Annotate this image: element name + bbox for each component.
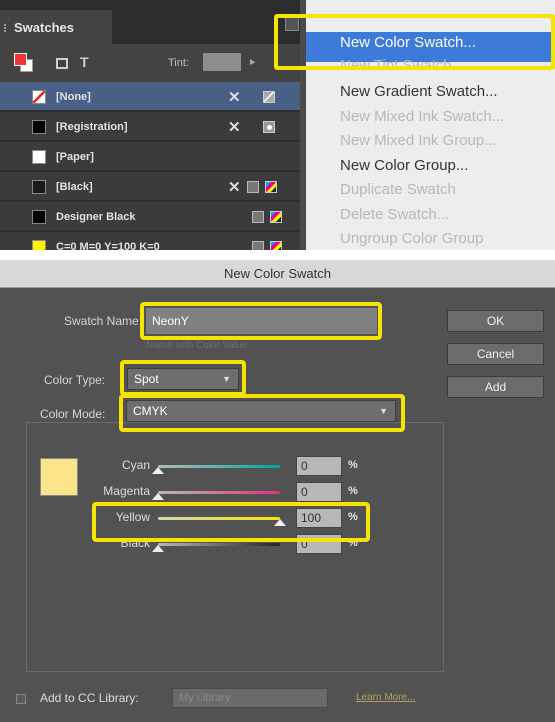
tint-label: Tint: <box>168 57 189 69</box>
cmyk-mode-icon <box>270 241 282 250</box>
swatch-chip <box>32 210 46 224</box>
cc-library-dropdown[interactable]: My Library <box>172 688 328 708</box>
swatch-name: [Registration] <box>56 121 128 133</box>
slider-value-input[interactable]: 0 <box>296 456 342 476</box>
swatch-row[interactable]: [Paper] <box>0 142 300 172</box>
cmyk-mode-icon <box>270 211 282 223</box>
menu-item: New Mixed Ink Swatch... <box>340 108 505 125</box>
container-format-icon[interactable] <box>56 58 68 69</box>
slider-thumb[interactable] <box>152 467 164 474</box>
swatch-chip <box>32 180 46 194</box>
swatch-type-icons <box>228 238 282 250</box>
text-format-icon[interactable]: T <box>80 54 89 70</box>
add-to-cc-library-label: Add to CC Library: <box>40 691 139 705</box>
percent-label: % <box>348 485 358 497</box>
swatch-row[interactable]: Designer Black <box>0 202 300 232</box>
menu-item: Ungroup Color Group <box>340 230 484 247</box>
slider-track[interactable] <box>158 543 280 546</box>
annotation-highlight-yellow <box>92 502 370 542</box>
swatch-list: [None] ✕ [Registration] ✕ [Paper] [Black] ✕ Des… <box>0 82 300 250</box>
process-color-icon <box>246 181 259 193</box>
annotation-highlight-new-color-swatch <box>274 14 555 70</box>
swatch-row[interactable]: [Registration] ✕ <box>0 112 300 142</box>
no-edit-icon: ✕ <box>228 179 241 196</box>
name-with-color-value-checkbox[interactable]: Name with Color Value <box>146 340 248 351</box>
swatch-type-icons: ✕ <box>228 178 277 196</box>
swatches-panel: Swatches T Tint: ▸ [None] ✕ [Registration]… <box>0 0 300 250</box>
swatches-panel-area: Swatches T Tint: ▸ [None] ✕ [Registration]… <box>0 0 555 250</box>
cmyk-mode-icon <box>264 181 277 193</box>
ok-button[interactable]: OK <box>447 310 544 332</box>
menu-item[interactable]: New Gradient Swatch... <box>340 83 498 100</box>
swatch-name: Designer Black <box>56 211 136 223</box>
slider-label: Magenta <box>103 484 150 498</box>
swatch-name-label: Swatch Name: <box>64 314 143 328</box>
slider-value-input[interactable]: 0 <box>296 482 342 502</box>
swatches-toolbar: T Tint: ▸ <box>0 44 300 82</box>
annotation-highlight-color-mode <box>119 394 405 432</box>
panel-tab-bar: Swatches <box>0 0 300 44</box>
tab-swatches-label: Swatches <box>14 20 74 35</box>
cc-library-value: My Library <box>179 692 231 704</box>
percent-label: % <box>348 459 358 471</box>
registration-icon <box>262 121 275 133</box>
swatch-row[interactable]: C=0 M=0 Y=100 K=0 <box>0 232 300 250</box>
no-color-icon <box>262 91 275 103</box>
tint-stepper-icon[interactable]: ▸ <box>250 55 256 68</box>
swatch-type-icons <box>228 208 282 226</box>
swatch-name: [Paper] <box>56 151 94 163</box>
tint-input[interactable] <box>203 53 241 71</box>
swatch-name: [Black] <box>56 181 93 193</box>
swatch-type-icons: ✕ <box>228 88 275 106</box>
swatch-row[interactable]: [None] ✕ <box>0 82 300 112</box>
swatch-name: [None] <box>56 91 91 103</box>
menu-item[interactable]: New Color Group... <box>340 157 468 174</box>
fill-stroke-icon[interactable] <box>14 53 34 73</box>
no-edit-icon: ✕ <box>228 119 241 136</box>
tab-swatches[interactable]: Swatches <box>0 10 112 44</box>
swatch-chip <box>32 90 46 104</box>
new-color-swatch-dialog: New Color Swatch Swatch Name: NeonY Name… <box>0 260 555 722</box>
slider-thumb[interactable] <box>152 545 164 552</box>
learn-more-link[interactable]: Learn More... <box>356 692 415 703</box>
annotation-highlight-swatch-name <box>140 302 382 340</box>
swatch-chip <box>32 120 46 134</box>
add-button[interactable]: Add <box>447 376 544 398</box>
slider-thumb[interactable] <box>152 493 164 500</box>
dialog-title: New Color Swatch <box>0 260 555 288</box>
process-color-icon <box>252 211 264 223</box>
swatch-type-icons: ✕ <box>228 118 275 136</box>
slider-label: Cyan <box>121 458 150 472</box>
no-edit-icon: ✕ <box>228 89 241 106</box>
swatch-chip <box>32 150 46 164</box>
menu-item: Delete Swatch... <box>340 206 450 223</box>
menu-item: Duplicate Swatch <box>340 181 456 198</box>
annotation-highlight-color-type <box>120 360 246 396</box>
color-type-label: Color Type: <box>44 373 106 387</box>
add-to-cc-library-checkbox[interactable] <box>16 694 26 704</box>
swatch-name: C=0 M=0 Y=100 K=0 <box>56 241 160 250</box>
grip-icon <box>4 24 10 32</box>
slider-track[interactable] <box>158 465 280 468</box>
cancel-button[interactable]: Cancel <box>447 343 544 365</box>
menu-item: New Mixed Ink Group... <box>340 132 497 149</box>
swatch-chip <box>32 240 46 250</box>
swatch-row[interactable]: [Black] ✕ <box>0 172 300 202</box>
color-mode-label: Color Mode: <box>40 407 106 421</box>
process-color-icon <box>252 241 264 250</box>
slider-track[interactable] <box>158 491 280 494</box>
